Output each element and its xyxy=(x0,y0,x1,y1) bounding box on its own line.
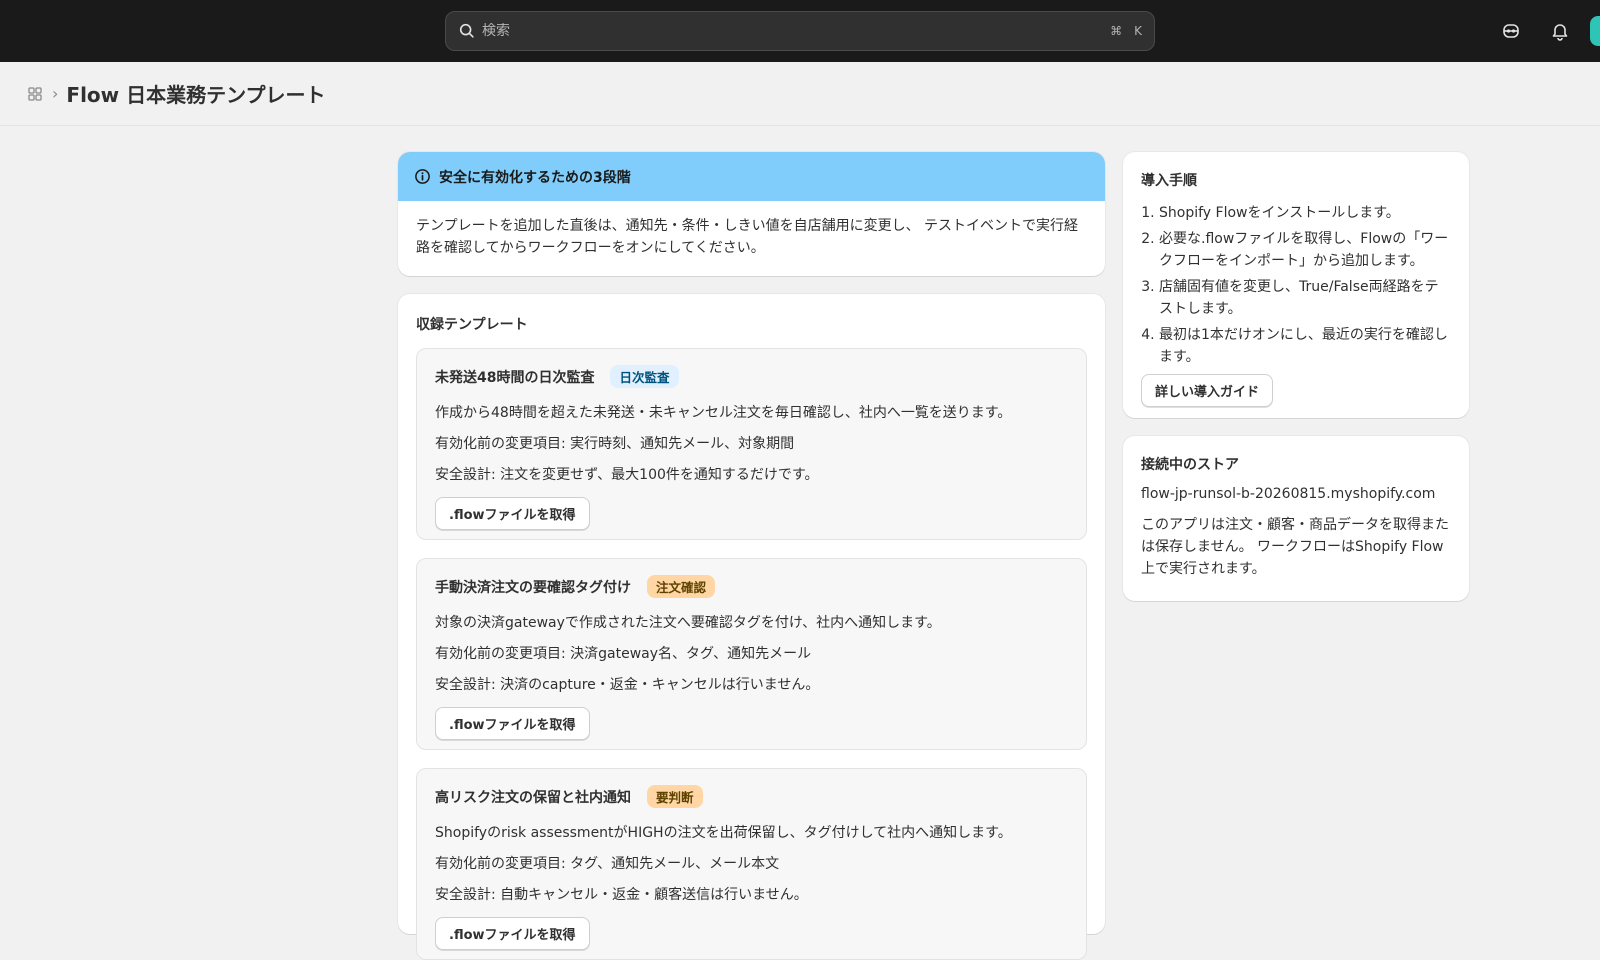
notification-bell-icon[interactable] xyxy=(1549,20,1571,42)
template-description: Shopifyのrisk assessmentがHIGHの注文を出荷保留し、タグ… xyxy=(435,825,1012,841)
template-description: 対象の決済gatewayで作成された注文へ要確認タグを付け、社内へ通知します。 xyxy=(435,615,941,631)
template-title: 高リスク注文の保留と社内通知 xyxy=(435,789,631,806)
template-badge: 日次監査 xyxy=(610,365,679,388)
breadcrumb-separator: › xyxy=(52,84,59,103)
search-input[interactable] xyxy=(482,23,1099,39)
search-icon xyxy=(459,23,474,38)
templates-card: 収録テンプレート 未発送48時間の日次監査 日次監査 作成から48時間を超えた未… xyxy=(398,294,1105,960)
avatar[interactable] xyxy=(1590,16,1600,46)
template-safety: 安全設計: 注文を変更せず、最大100件を通知するだけです。 xyxy=(435,467,819,483)
banner-header: 安全に有効化するための3段階 xyxy=(398,152,1105,201)
store-domain: flow-jp-runsol-b-20260815.myshopify.com xyxy=(1141,486,1436,502)
banner-title: 安全に有効化するための3段階 xyxy=(439,169,631,186)
template-safety: 安全設計: 自動キャンセル・返金・顧客送信は行いません。 xyxy=(435,887,808,903)
detailed-guide-button[interactable]: 詳しい導入ガイド xyxy=(1141,374,1274,407)
template-changes: 有効化前の変更項目: タグ、通知先メール、メール本文 xyxy=(435,856,780,872)
template-title: 手動決済注文の要確認タグ付け xyxy=(435,579,631,596)
shortcut-k-key: K xyxy=(1134,24,1142,38)
download-flow-button[interactable]: .flowファイルを取得 xyxy=(435,497,590,530)
template-item: 未発送48時間の日次監査 日次監査 作成から48時間を超えた未発送・未キャンセル… xyxy=(416,348,1087,540)
apps-icon[interactable] xyxy=(1500,20,1522,42)
templates-section-title: 収録テンプレート xyxy=(416,317,528,333)
search-bar[interactable]: ⌘ K xyxy=(445,11,1155,51)
connected-store-card: 接続中のストア flow-jp-runsol-b-20260815.myshop… xyxy=(1123,436,1469,601)
breadcrumb: › Flow 日本業務テンプレート xyxy=(0,62,1600,126)
guide-step: 最初は1本だけオンにし、最近の実行を確認します。 xyxy=(1159,324,1451,368)
app-grid-icon[interactable] xyxy=(26,85,44,103)
guide-steps: Shopify Flowをインストールします。 必要な.flowファイルを取得し… xyxy=(1159,202,1451,368)
download-flow-button[interactable]: .flowファイルを取得 xyxy=(435,917,590,950)
guide-title: 導入手順 xyxy=(1141,173,1197,189)
store-privacy-note: このアプリは注文・顧客・商品データを取得または保存しません。 ワークフローはSh… xyxy=(1141,517,1449,577)
guide-step: Shopify Flowをインストールします。 xyxy=(1159,202,1451,224)
info-banner: 安全に有効化するための3段階 テンプレートを追加した直後は、通知先・条件・しきい… xyxy=(398,152,1105,276)
template-item: 高リスク注文の保留と社内通知 要判断 Shopifyのrisk assessme… xyxy=(416,768,1087,960)
template-safety: 安全設計: 決済のcapture・返金・キャンセルは行いません。 xyxy=(435,677,820,693)
template-changes: 有効化前の変更項目: 決済gateway名、タグ、通知先メール xyxy=(435,646,812,662)
banner-body: テンプレートを追加した直後は、通知先・条件・しきい値を自店舗用に変更し、 テスト… xyxy=(416,218,1079,256)
template-title: 未発送48時間の日次監査 xyxy=(435,369,595,386)
top-bar: ⌘ K xyxy=(0,0,1600,62)
store-title: 接続中のストア xyxy=(1141,457,1239,473)
info-icon xyxy=(415,169,430,184)
page-title: Flow 日本業務テンプレート xyxy=(66,83,326,107)
download-flow-button[interactable]: .flowファイルを取得 xyxy=(435,707,590,740)
shortcut-cmd-key: ⌘ xyxy=(1110,24,1123,38)
template-description: 作成から48時間を超えた未発送・未キャンセル注文を毎日確認し、社内へ一覧を送りま… xyxy=(435,405,1012,421)
template-item: 手動決済注文の要確認タグ付け 注文確認 対象の決済gatewayで作成された注文… xyxy=(416,558,1087,750)
template-badge: 要判断 xyxy=(647,785,703,808)
guide-step: 必要な.flowファイルを取得し、Flowの「ワークフローをインポート」から追加… xyxy=(1159,228,1451,272)
setup-guide-card: 導入手順 Shopify Flowをインストールします。 必要な.flowファイ… xyxy=(1123,152,1469,418)
template-changes: 有効化前の変更項目: 実行時刻、通知先メール、対象期間 xyxy=(435,436,795,452)
guide-step: 店舗固有値を変更し、True/False両経路をテストします。 xyxy=(1159,276,1451,320)
template-badge: 注文確認 xyxy=(647,575,716,598)
